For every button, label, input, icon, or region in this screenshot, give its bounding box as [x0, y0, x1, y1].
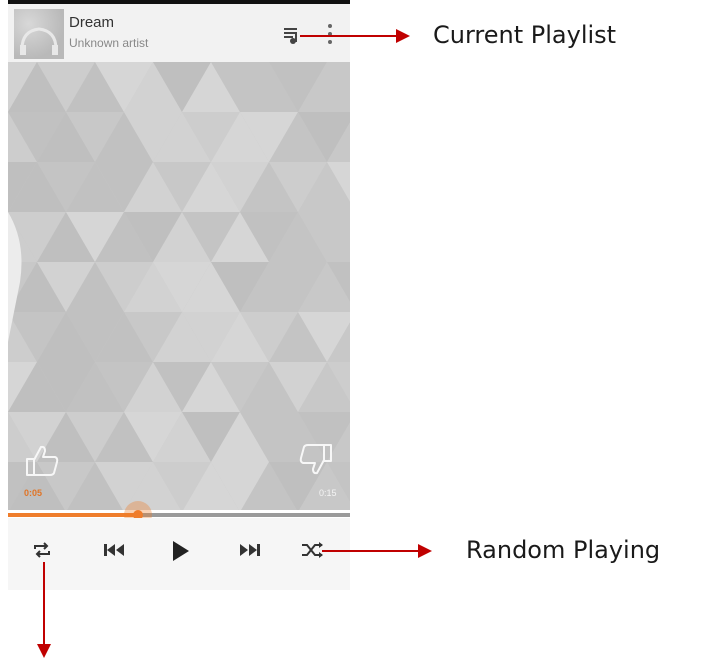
- repeat-annotation-arrow: [37, 562, 51, 658]
- playlist-icon[interactable]: [284, 26, 300, 44]
- time-total: 0:15: [319, 488, 337, 498]
- seek-bar[interactable]: [8, 501, 350, 529]
- next-icon[interactable]: [238, 540, 262, 560]
- previous-icon[interactable]: [102, 540, 126, 560]
- play-icon[interactable]: [171, 540, 191, 562]
- playback-controls: [8, 518, 350, 590]
- playlist-annotation-label: Current Playlist: [433, 21, 617, 49]
- thumb-down-icon[interactable]: [298, 443, 334, 477]
- time-elapsed: 0:05: [24, 488, 43, 498]
- music-player-screen: Dream Unknown artist 0:05 0:15: [8, 0, 350, 590]
- shuffle-annotation-label: Random Playing: [466, 536, 661, 564]
- thumb-up-icon[interactable]: [24, 443, 60, 477]
- seek-bar-progress: [8, 513, 138, 517]
- album-thumbnail[interactable]: [14, 9, 64, 59]
- playlist-annotation-arrow: [300, 29, 410, 43]
- song-artist: Unknown artist: [69, 36, 149, 50]
- now-playing-header: Dream Unknown artist: [8, 0, 350, 62]
- shuffle-annotation-arrow: [322, 544, 432, 558]
- headphones-icon: [20, 27, 58, 55]
- song-title: Dream: [69, 14, 115, 31]
- repeat-icon[interactable]: [32, 540, 52, 560]
